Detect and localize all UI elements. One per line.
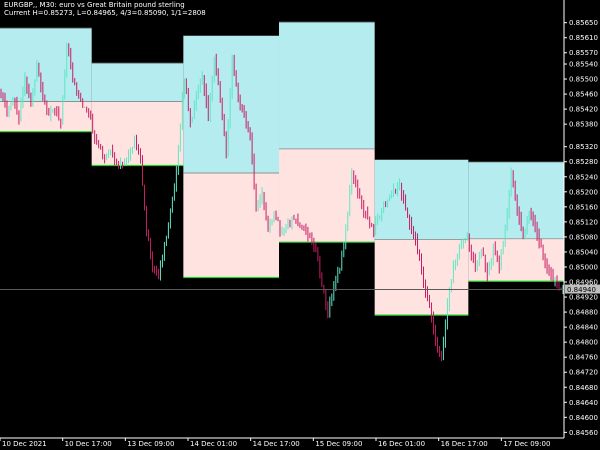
price-tick-label: 0.85080 xyxy=(569,233,598,241)
price-tick-label: 0.84800 xyxy=(569,339,598,347)
price-tick-label: 0.85280 xyxy=(569,158,598,166)
time-tick-label: 16 Dec 01:00 xyxy=(378,440,425,448)
price-tick-label: 0.85120 xyxy=(569,218,598,226)
current-price-label: 0.84940 xyxy=(567,286,596,294)
price-tick-label: 0.85040 xyxy=(569,248,598,256)
price-tick-label: 0.85610 xyxy=(569,34,598,42)
price-tick-label: 0.84920 xyxy=(569,294,598,302)
price-tick-label: 0.84640 xyxy=(569,399,598,407)
price-tick-label: 0.85500 xyxy=(569,76,598,84)
price-tick-label: 0.84720 xyxy=(569,369,598,377)
price-tick-label: 0.85320 xyxy=(569,143,598,151)
box-upper-5 xyxy=(374,159,469,240)
range-boxes xyxy=(0,21,564,316)
current-price-badge: 0.84940 xyxy=(565,284,600,294)
price-tick-label: 0.84600 xyxy=(569,414,598,422)
price-tick-label: 0.84880 xyxy=(569,309,598,317)
price-tick-label: 0.85650 xyxy=(569,19,598,27)
price-tick-label: 0.84760 xyxy=(569,354,598,362)
price-tick-label: 0.85540 xyxy=(569,61,598,69)
box-lower-4 xyxy=(279,148,375,243)
price-tick-label: 0.85570 xyxy=(569,49,598,57)
time-tick-label: 15 Dec 09:00 xyxy=(315,440,362,448)
price-axis: 0.85650 0.85610 0.85570 0.85540 0.85500 0.854… xyxy=(563,0,598,438)
box-lower-3 xyxy=(183,173,280,278)
time-tick-label: 13 Dec 09:00 xyxy=(127,440,174,448)
box-lower-6 xyxy=(468,238,564,282)
price-tick-label: 0.85160 xyxy=(569,203,598,211)
box-upper-1 xyxy=(0,27,92,102)
price-tick-label: 0.84840 xyxy=(569,324,598,332)
price-tick-label: 0.84680 xyxy=(569,384,598,392)
price-tick-label: 0.85200 xyxy=(569,188,598,196)
time-tick-label: 10 Dec 2021 xyxy=(2,440,47,448)
price-tick-label: 0.85000 xyxy=(569,263,598,271)
box-lower-5 xyxy=(374,239,469,316)
time-tick-label: 10 Dec 17:00 xyxy=(65,440,112,448)
box-lower-2 xyxy=(91,101,184,166)
price-tick-label: 0.84560 xyxy=(569,429,598,437)
time-tick-label: 14 Dec 01:00 xyxy=(190,440,237,448)
time-tick-label: 14 Dec 17:00 xyxy=(253,440,300,448)
box-lower-1 xyxy=(0,101,92,132)
price-tick-label: 0.85420 xyxy=(569,106,598,114)
time-axis: 10 Dec 2021 10 Dec 17:00 13 Dec 09:00 14 De… xyxy=(0,437,564,448)
box-upper-2 xyxy=(91,62,184,102)
box-upper-6 xyxy=(468,161,564,239)
price-tick-label: 0.85380 xyxy=(569,121,598,129)
price-tick-label: 0.85460 xyxy=(569,91,598,99)
box-upper-4 xyxy=(279,21,375,149)
time-tick-label: 17 Dec 09:00 xyxy=(503,440,550,448)
candlestick-chart: 0.85650 0.85610 0.85570 0.85540 0.85500 0.854… xyxy=(0,0,600,448)
price-tick-label: 0.85240 xyxy=(569,173,598,181)
time-tick-label: 16 Dec 17:00 xyxy=(441,440,488,448)
box-upper-3 xyxy=(183,35,280,174)
